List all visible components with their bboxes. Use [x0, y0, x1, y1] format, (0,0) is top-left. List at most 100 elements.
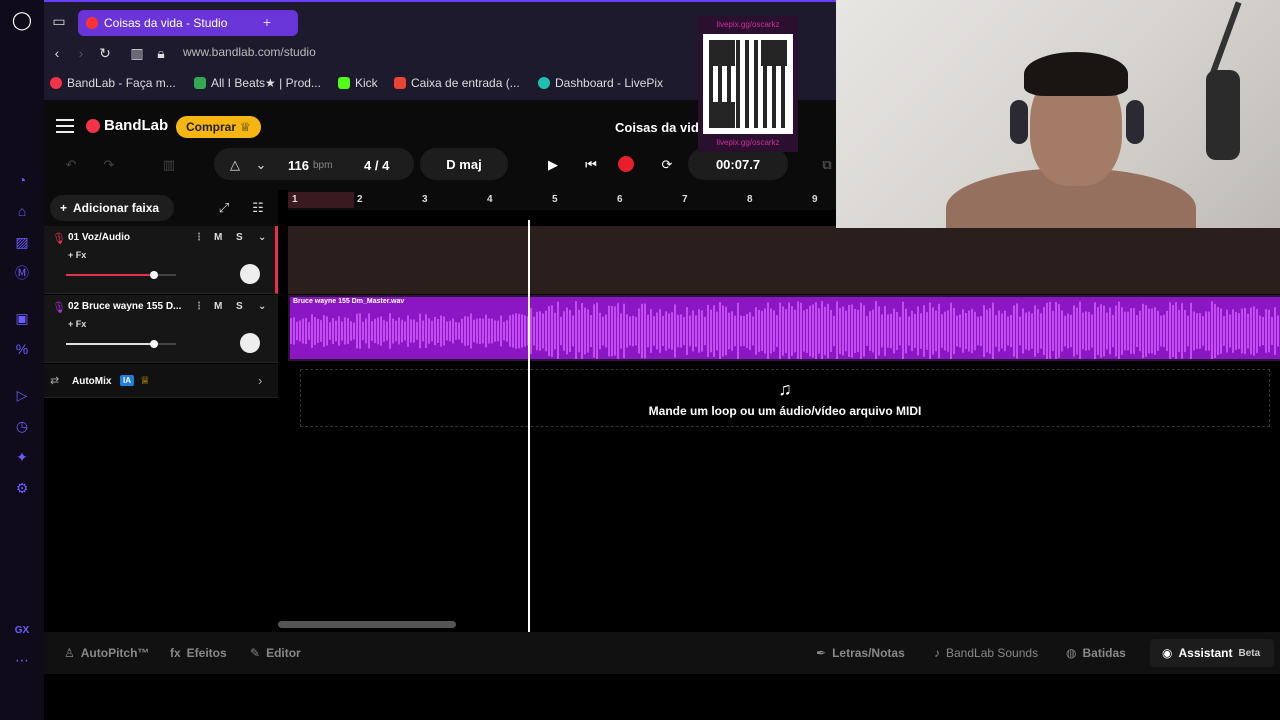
- solo-button[interactable]: S: [236, 232, 243, 243]
- redo-icon[interactable]: ↷: [98, 154, 120, 176]
- settings-gear-icon[interactable]: ⚙: [12, 478, 32, 498]
- mute-button[interactable]: M: [214, 232, 222, 243]
- audio-clip[interactable]: Bruce wayne 155 Dm_Master.wav: [290, 297, 1280, 359]
- waveform-bar: [308, 322, 310, 340]
- sidebar-layers-icon[interactable]: ▨: [12, 232, 32, 252]
- volume-slider[interactable]: [66, 271, 176, 279]
- pan-knob[interactable]: [240, 333, 260, 353]
- waveform-bar: [1205, 311, 1207, 351]
- wand-icon[interactable]: ⤢: [214, 198, 234, 218]
- waveform-bar: [893, 308, 895, 354]
- track-row[interactable]: 🎙︎ 01 Voz/Áudio + Fx ⋮ M S ⌄: [44, 226, 278, 294]
- ruler-bar-number: 7: [682, 194, 688, 205]
- assistant-button[interactable]: ◉ Assistant Beta: [1150, 639, 1274, 667]
- undo-icon[interactable]: ↶: [60, 154, 82, 176]
- volume-slider[interactable]: [66, 340, 176, 348]
- chevron-down-icon[interactable]: ⌄: [258, 232, 266, 243]
- percent-icon[interactable]: %: [12, 339, 32, 359]
- horizontal-scrollbar[interactable]: [278, 621, 456, 628]
- bookmark-kick[interactable]: Kick: [338, 76, 378, 90]
- sidebar-m-icon[interactable]: Ⓜ: [12, 263, 32, 283]
- waveform-bar: [581, 303, 583, 359]
- track-lane-1[interactable]: [288, 226, 1280, 294]
- more-dots-icon[interactable]: ⋯: [12, 650, 32, 670]
- skip-back-icon[interactable]: ⏮︎: [580, 154, 602, 176]
- waveform-bar: [1274, 307, 1276, 355]
- track-settings-icon[interactable]: ☷: [248, 198, 268, 218]
- waveform-bar: [1151, 308, 1153, 354]
- extensions-icon[interactable]: ✦: [12, 447, 32, 467]
- record-icon[interactable]: [618, 156, 634, 172]
- effects-button[interactable]: fx Efeitos: [170, 646, 227, 660]
- add-track-button[interactable]: + Adicionar faixa: [50, 195, 174, 221]
- bookmark-bandlab[interactable]: BandLab - Faça m...: [50, 76, 176, 90]
- metronome-icon[interactable]: △: [224, 154, 246, 176]
- waveform-bar: [434, 316, 436, 346]
- track-row[interactable]: 🎙︎ 02 Bruce wayne 155 D... + Fx ⋮ M S ⌄: [44, 295, 278, 363]
- track-name[interactable]: 01 Voz/Áudio: [68, 232, 188, 243]
- chevron-down-icon[interactable]: ⌄: [252, 154, 270, 176]
- back-arrow-icon[interactable]: ‹: [48, 44, 66, 62]
- forward-arrow-icon[interactable]: ›: [72, 44, 90, 62]
- chevron-down-icon[interactable]: ⌄: [258, 301, 266, 312]
- livepix-icon: [538, 77, 550, 89]
- tab-manager-icon[interactable]: ▭: [50, 12, 68, 30]
- sidebar-bag-icon[interactable]: ⌂: [12, 201, 32, 221]
- bandlab-sounds-button[interactable]: ♪ BandLab Sounds: [934, 646, 1038, 660]
- editor-button[interactable]: ✎ Editor: [250, 646, 301, 660]
- loop-icon[interactable]: ⟳: [656, 154, 678, 176]
- history-icon[interactable]: ◷: [12, 416, 32, 436]
- waveform-bar: [1229, 314, 1231, 348]
- track-name[interactable]: 02 Bruce wayne 155 D...: [68, 301, 188, 312]
- bandlab-brand[interactable]: BandLab: [86, 117, 168, 134]
- mute-button[interactable]: M: [214, 301, 222, 312]
- mixer-icon[interactable]: ⧉: [818, 154, 836, 176]
- twitch-icon[interactable]: ▣: [12, 308, 32, 328]
- chevron-right-icon[interactable]: ›: [258, 373, 262, 388]
- playhead[interactable]: [528, 220, 530, 632]
- sidebar-chat-icon[interactable]: ◔: [12, 170, 32, 190]
- url-field[interactable]: www.bandlab.com/studio: [183, 45, 316, 59]
- track-menu-icon[interactable]: ⋮: [194, 301, 204, 312]
- snapshot-icon[interactable]: ▥: [128, 44, 146, 62]
- waveform-bar: [614, 306, 616, 356]
- add-fx-button[interactable]: + Fx: [68, 250, 86, 260]
- bookmark-livepix[interactable]: Dashboard - LivePix: [538, 76, 663, 90]
- waveform-bar: [917, 306, 919, 356]
- waveform-bar: [1010, 314, 1012, 348]
- buy-button[interactable]: Comprar ♕: [176, 116, 261, 138]
- play-icon[interactable]: ▶: [542, 154, 564, 176]
- key-selector[interactable]: D maj: [420, 148, 508, 180]
- pan-knob[interactable]: [240, 264, 260, 284]
- waveform-bar: [1082, 312, 1084, 350]
- bpm-field[interactable]: 116 bpm: [288, 154, 332, 176]
- track-menu-icon[interactable]: ⋮: [194, 232, 204, 243]
- add-fx-button[interactable]: + Fx: [68, 319, 86, 329]
- automix-row[interactable]: ⇄ AutoMix IA ♕ ›: [44, 364, 278, 398]
- waveform-bar: [1226, 309, 1228, 353]
- timeline-ruler[interactable]: 1 2 3 4 5 6 7 8 9: [288, 190, 836, 210]
- waveform-bar: [1250, 307, 1252, 355]
- volume-handle[interactable]: [150, 340, 158, 348]
- drive-icon: [194, 77, 206, 89]
- drop-zone[interactable]: ♫ Mande um loop ou um áudio/vídeo arquiv…: [300, 369, 1270, 427]
- solo-button[interactable]: S: [236, 301, 243, 312]
- waveform-bar: [1190, 302, 1192, 359]
- project-title[interactable]: Coisas da vid: [615, 120, 699, 135]
- bookmark-beats[interactable]: All I Beats★ | Prod...: [194, 76, 321, 90]
- opera-logo-icon[interactable]: ◯: [12, 10, 32, 30]
- time-signature[interactable]: 4 / 4: [364, 154, 389, 176]
- autopitch-button[interactable]: ♙ AutoPitch™: [64, 646, 149, 660]
- waveform-bar: [1181, 303, 1183, 359]
- pencil-icon: ✎: [250, 646, 261, 660]
- keyboard-icon[interactable]: ▥: [158, 154, 180, 176]
- bookmark-gmail[interactable]: Caixa de entrada (...: [394, 76, 520, 90]
- beats-button[interactable]: ◍ Batidas: [1066, 646, 1126, 660]
- new-tab-button[interactable]: +: [258, 13, 276, 31]
- player-icon[interactable]: ▷: [12, 385, 32, 405]
- waveform-bar: [1121, 307, 1123, 355]
- volume-handle[interactable]: [150, 271, 158, 279]
- menu-hamburger-icon[interactable]: [56, 119, 74, 133]
- lyrics-button[interactable]: ✒ Letras/Notas: [816, 646, 905, 660]
- reload-icon[interactable]: ↻: [96, 44, 114, 62]
